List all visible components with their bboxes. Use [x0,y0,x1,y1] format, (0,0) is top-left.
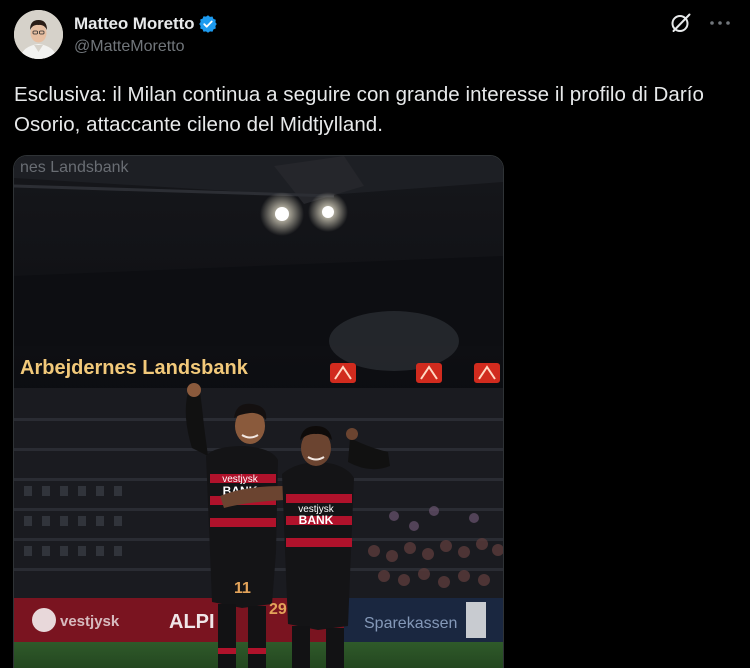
grok-icon[interactable] [669,11,693,35]
svg-text:Sparekassen: Sparekassen [364,615,457,632]
player-right-number: 29 [269,601,287,618]
tweet-photo[interactable]: nes Landsbank Arbejdernes Landsbank vest… [13,155,504,668]
stadium-sign: Arbejdernes Landsbank [20,357,249,379]
avatar[interactable] [14,10,63,59]
tweet-card: Matteo Moretto @MatteMoretto Esclusiva: … [0,0,750,668]
roof-sign: nes Landsbank [20,159,130,176]
player-left-number: 11 [234,580,251,597]
display-name[interactable]: Matteo Moretto [74,14,195,34]
svg-text:BANK: BANK [299,513,334,527]
verified-badge-icon[interactable] [198,14,218,34]
svg-text:vestjysk: vestjysk [60,613,120,630]
author-info: Matteo Moretto @MatteMoretto [74,13,218,56]
more-icon[interactable] [706,11,734,35]
handle[interactable]: @MatteMoretto [74,38,218,56]
ad-board-text: ALPI [169,611,215,633]
name-row: Matteo Moretto [74,13,218,35]
tweet-text: Esclusiva: il Milan continua a seguire c… [14,83,704,136]
tweet-header: Matteo Moretto @MatteMoretto [14,10,734,62]
